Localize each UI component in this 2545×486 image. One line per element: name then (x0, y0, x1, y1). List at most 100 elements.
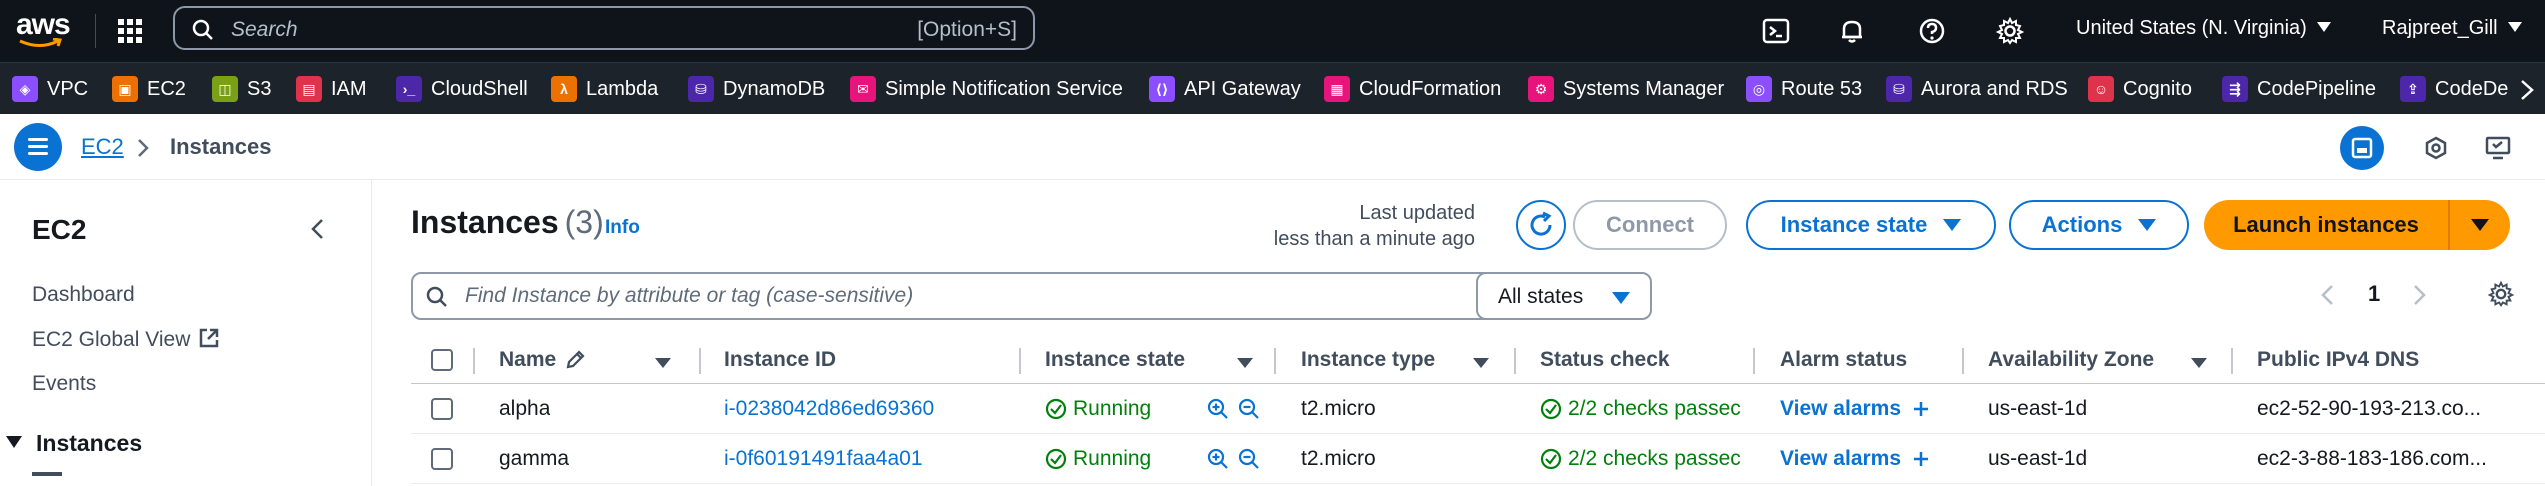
column-header-instance-id[interactable]: Instance ID (724, 336, 836, 384)
help-button[interactable] (1916, 15, 1948, 47)
instance-state-button[interactable]: Instance state (1746, 200, 1996, 250)
split-panel-button[interactable] (2340, 126, 2384, 170)
next-page-button[interactable] (2413, 284, 2427, 311)
sort-icon[interactable] (1237, 358, 1253, 368)
side-nav-close-button[interactable] (310, 218, 324, 245)
favorite-ec2[interactable]: ▣ EC2 (112, 75, 186, 103)
favorite-systems-manager[interactable]: ⚙ Systems Manager (1528, 75, 1724, 103)
global-search-input[interactable]: Search [Option+S] (173, 6, 1035, 50)
favorite-api-gateway[interactable]: ⟨⟩ API Gateway (1149, 75, 1301, 103)
add-alarm-icon[interactable] (1911, 399, 1931, 419)
cloudshell-button[interactable] (1760, 15, 1792, 47)
column-header-public-ipv4-dns[interactable]: Public IPv4 DNS (2257, 336, 2419, 384)
side-nav-section-instances[interactable]: Instances (6, 430, 142, 457)
favorites-scroll-right-button[interactable] (2519, 79, 2535, 106)
favorite-s3[interactable]: ◫ S3 (212, 75, 271, 103)
row-checkbox[interactable] (431, 398, 453, 420)
edit-icon (566, 350, 585, 369)
actions-button[interactable]: Actions (2009, 200, 2189, 250)
info-link[interactable]: Info (605, 217, 640, 239)
cloudformation-icon: ▦ (1324, 76, 1350, 102)
instance-filter-input[interactable] (465, 282, 1495, 310)
region-selector[interactable]: United States (N. Virginia) (2076, 17, 2331, 40)
zoom-out-button[interactable] (1237, 384, 1261, 434)
previous-page-button[interactable] (2320, 284, 2334, 311)
page-number[interactable]: 1 (2368, 281, 2380, 307)
launch-instances-button[interactable]: Launch instances (2204, 200, 2448, 250)
side-nav-item-dashboard[interactable]: Dashboard (32, 283, 135, 307)
favorite-label: S3 (247, 77, 272, 100)
zoom-out-icon (1238, 448, 1259, 469)
column-header-instance-type[interactable]: Instance type (1301, 336, 1435, 384)
cell-instance-id-link[interactable]: i-0f60191491faa4a01 (724, 434, 923, 484)
favorite-lambda[interactable]: λ Lambda (551, 75, 658, 103)
favorite-cloudformation[interactable]: ▦ CloudFormation (1324, 75, 1501, 103)
sort-icon[interactable] (655, 358, 671, 368)
actions-label: Actions (2041, 212, 2123, 237)
side-nav-item-global-view[interactable]: EC2 Global View (32, 327, 220, 352)
services-menu-button[interactable] (114, 15, 146, 47)
cell-instance-id-link[interactable]: i-0238042d86ed69360 (724, 384, 934, 434)
column-divider (2231, 348, 2233, 374)
zoom-out-button[interactable] (1237, 434, 1261, 484)
view-alarms-link[interactable]: View alarms (1780, 447, 1901, 471)
instance-state-filter-select[interactable]: All states (1476, 272, 1652, 320)
table-preferences-button[interactable] (2486, 279, 2516, 314)
add-alarm-icon[interactable] (1911, 449, 1931, 469)
page-title-text: Instances (411, 204, 559, 240)
settings-button[interactable] (1994, 15, 2026, 47)
table-row[interactable]: gamma i-0f60191491faa4a01 Running t2.mic… (411, 434, 2545, 484)
search-icon (192, 19, 213, 40)
status-check-text: 2/2 checks passec (1568, 397, 1741, 420)
breadcrumb-ec2-link[interactable]: EC2 (81, 134, 124, 160)
favorite-label: CodePipeline (2257, 77, 2376, 100)
account-menu[interactable]: Rajpreet_Gill (2382, 17, 2522, 40)
favorite-dynamodb[interactable]: ⛁ DynamoDB (688, 75, 825, 103)
view-alarms-link[interactable]: View alarms (1780, 397, 1901, 421)
column-divider (1753, 348, 1755, 374)
external-link-icon (200, 328, 219, 348)
favorite-aurora-rds[interactable]: ⛁ Aurora and RDS (1886, 75, 2068, 103)
table-row[interactable]: alpha i-0238042d86ed69360 Running t2.mic… (411, 384, 2545, 434)
favorite-cloudshell[interactable]: ›_ CloudShell (396, 75, 528, 103)
gear-icon (2487, 280, 2515, 307)
cell-instance-type: t2.micro (1301, 397, 1376, 420)
favorite-vpc[interactable]: ◈ VPC (12, 75, 88, 103)
row-checkbox[interactable] (431, 448, 453, 470)
sort-icon[interactable] (1473, 358, 1489, 368)
side-nav-toggle-button[interactable] (14, 123, 62, 171)
favorite-iam[interactable]: ▤ IAM (296, 75, 367, 103)
tutorials-panel-button[interactable] (2476, 126, 2520, 170)
instance-state-label: Instance state (1780, 212, 1928, 237)
favorite-codedeploy[interactable]: ⇪ CodeDe (2400, 75, 2508, 103)
instance-filter-field[interactable] (411, 272, 1519, 320)
side-nav-item-label: EC2 Global View (32, 328, 191, 351)
column-header-name[interactable]: Name (499, 336, 586, 384)
aws-logo[interactable]: aws (16, 8, 71, 52)
column-header-availability-zone[interactable]: Availability Zone (1988, 336, 2154, 384)
column-header-alarm-status[interactable]: Alarm status (1780, 336, 1907, 384)
favorite-sns[interactable]: ✉ Simple Notification Service (850, 75, 1123, 103)
notifications-button[interactable] (1836, 15, 1868, 47)
notifications-panel-button[interactable] (2414, 126, 2458, 170)
launch-instances-dropdown-button[interactable] (2448, 200, 2510, 250)
zoom-in-button[interactable] (1206, 434, 1230, 484)
side-nav-item-events[interactable]: Events (32, 372, 96, 396)
connect-button[interactable]: Connect (1573, 200, 1727, 250)
column-header-instance-state[interactable]: Instance state (1045, 336, 1185, 384)
column-header-status-check[interactable]: Status check (1540, 336, 1670, 384)
monitor-icon (2485, 136, 2511, 160)
sort-icon[interactable] (2191, 358, 2207, 368)
side-nav-section-label: Instances (36, 430, 143, 456)
zoom-in-button[interactable] (1206, 384, 1230, 434)
search-icon (426, 286, 447, 307)
favorite-route53[interactable]: ◎ Route 53 (1746, 75, 1862, 103)
caret-down-icon (1612, 292, 1630, 304)
refresh-button[interactable] (1516, 200, 1566, 250)
side-nav-item-truncated[interactable] (32, 472, 62, 476)
select-all-checkbox[interactable] (431, 349, 453, 371)
route53-icon: ◎ (1746, 76, 1772, 102)
favorite-cognito[interactable]: ☺ Cognito (2088, 75, 2192, 103)
column-header-label: Name (499, 348, 557, 371)
favorite-codepipeline[interactable]: ⇶ CodePipeline (2222, 75, 2376, 103)
